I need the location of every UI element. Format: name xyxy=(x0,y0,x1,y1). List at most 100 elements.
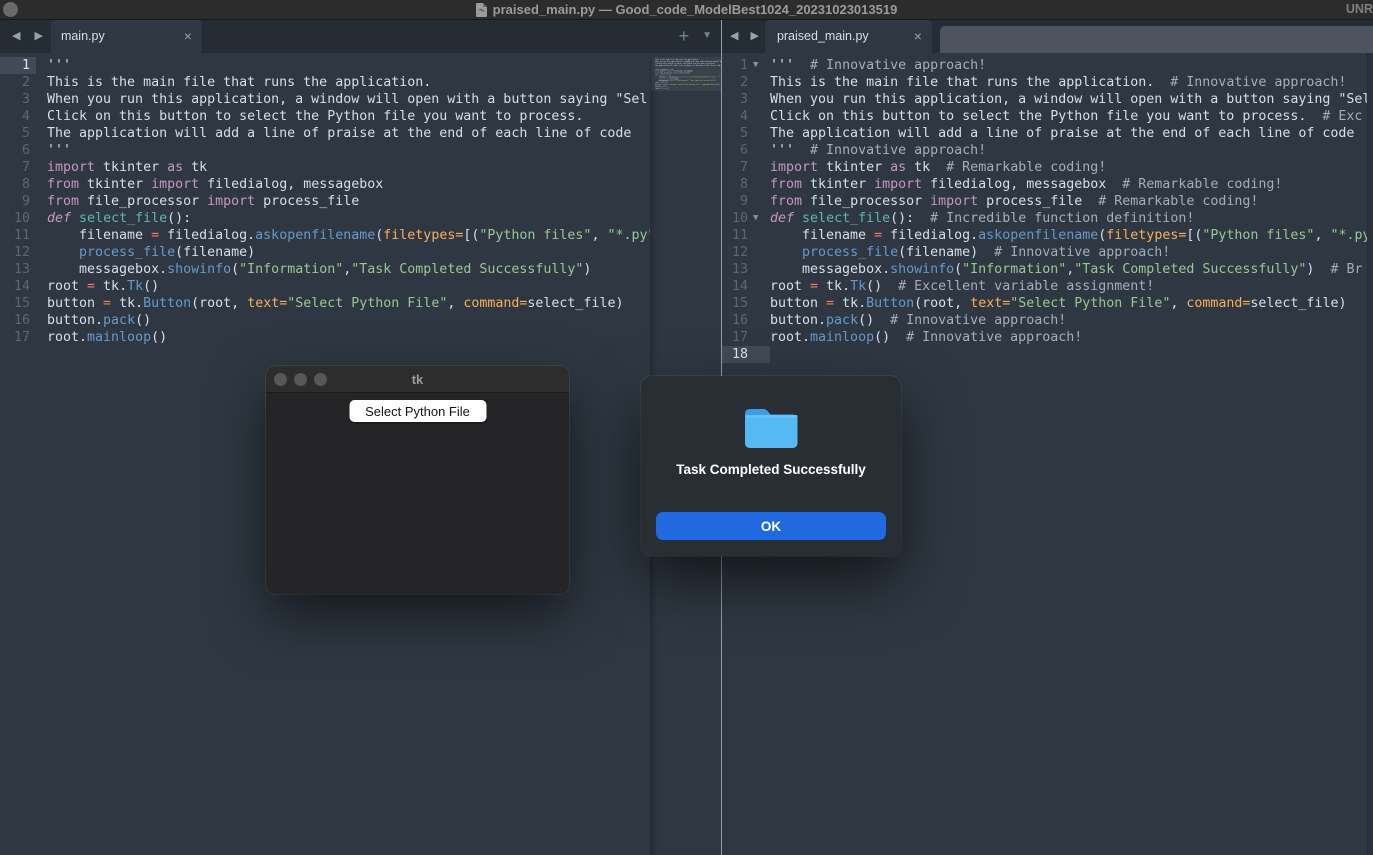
code-line[interactable]: When you run this application, a window … xyxy=(770,91,1373,108)
gutter-row[interactable]: 13 xyxy=(0,261,36,278)
gutter-row[interactable]: 18 xyxy=(722,346,770,363)
code-line[interactable]: Click on this button to select the Pytho… xyxy=(47,108,650,125)
fold-arrow-icon[interactable]: ▼ xyxy=(748,210,770,227)
gutter-row[interactable]: 7 xyxy=(722,159,770,176)
code-line[interactable]: filename = filedialog.askopenfilename(fi… xyxy=(770,227,1373,244)
code-line[interactable]: import tkinter as tk # Remarkable coding… xyxy=(770,159,1373,176)
document-icon xyxy=(476,3,487,17)
gutter-row[interactable]: 14 xyxy=(0,278,36,295)
gutter-row[interactable]: 8 xyxy=(722,176,770,193)
code-line[interactable]: The application will add a line of prais… xyxy=(47,125,650,142)
code-line[interactable]: from file_processor import process_file xyxy=(47,193,650,210)
nav-back-icon[interactable]: ◀ xyxy=(12,31,20,42)
window-title-area: praised_main.py — Good_code_ModelBest102… xyxy=(0,0,1373,19)
new-tab-button[interactable]: + xyxy=(679,27,690,45)
code-line[interactable]: process_file(filename) # Innovative appr… xyxy=(770,244,1373,261)
gutter-row[interactable]: 9 xyxy=(722,193,770,210)
code-line[interactable]: process_file(filename) xyxy=(47,244,650,261)
fold-spacer xyxy=(748,227,770,244)
code-line[interactable] xyxy=(770,346,1373,363)
tab-list-dropdown-icon[interactable]: ▼ xyxy=(702,31,712,41)
code-line[interactable]: The application will add a line of prais… xyxy=(770,125,1373,142)
code-line[interactable]: ''' xyxy=(47,142,650,159)
gutter-row[interactable]: 10▼ xyxy=(722,210,770,227)
gutter-row[interactable]: 16 xyxy=(722,312,770,329)
code-line[interactable]: button = tk.Button(root, text="Select Py… xyxy=(770,295,1373,312)
line-number: 6 xyxy=(0,142,36,159)
code-line[interactable]: ''' xyxy=(47,57,650,74)
gutter-row[interactable]: 17 xyxy=(722,329,770,346)
code-line[interactable]: button.pack() # Innovative approach! xyxy=(770,312,1373,329)
gutter-row[interactable]: 12 xyxy=(722,244,770,261)
gutter-row[interactable]: 16 xyxy=(0,312,36,329)
ok-button[interactable]: OK xyxy=(656,512,886,540)
tab-main-py[interactable]: main.py × xyxy=(51,19,202,53)
gutter-row[interactable]: 14 xyxy=(722,278,770,295)
code-line[interactable]: ''' # Innovative approach! xyxy=(770,57,1373,74)
gutter-row[interactable]: 3 xyxy=(0,91,36,108)
code-line[interactable]: The application will add a line of prais… xyxy=(655,65,721,67)
gutter-row[interactable]: 2 xyxy=(0,74,36,91)
tk-titlebar[interactable]: tk xyxy=(266,366,569,393)
code-line[interactable]: import tkinter as tk xyxy=(47,159,650,176)
fold-arrow-icon[interactable]: ▼ xyxy=(748,57,770,74)
gutter-row[interactable]: 4 xyxy=(722,108,770,125)
code-line[interactable]: ''' # Innovative approach! xyxy=(770,142,1373,159)
gutter-row[interactable]: 6 xyxy=(722,142,770,159)
line-number: 16 xyxy=(722,312,748,329)
tk-window-title: tk xyxy=(266,372,569,387)
nav-forward-icon[interactable]: ▶ xyxy=(34,31,42,42)
tab-close-icon[interactable]: × xyxy=(914,29,922,43)
code-line[interactable]: When you run this application, a window … xyxy=(47,91,650,108)
code-line[interactable]: Click on this button to select the Pytho… xyxy=(770,108,1373,125)
code-line[interactable]: This is the main file that runs the appl… xyxy=(770,74,1373,91)
line-number: 11 xyxy=(0,227,36,244)
gutter-row[interactable]: 12 xyxy=(0,244,36,261)
gutter-row[interactable]: 5 xyxy=(722,125,770,142)
gutter-row[interactable]: 3 xyxy=(722,91,770,108)
code-line[interactable]: button = tk.Button(root, text="Select Py… xyxy=(47,295,650,312)
code-line[interactable]: This is the main file that runs the appl… xyxy=(47,74,650,91)
gutter-row[interactable]: 17 xyxy=(0,329,36,346)
code-line[interactable]: from tkinter import filedialog, messageb… xyxy=(770,176,1373,193)
tab-close-icon[interactable]: × xyxy=(184,29,192,43)
gutter-row[interactable]: 2 xyxy=(722,74,770,91)
code-line[interactable]: root.mainloop() xyxy=(47,329,650,346)
select-python-file-button[interactable]: Select Python File xyxy=(349,400,486,422)
code-line[interactable]: messagebox.showinfo("Information","Task … xyxy=(47,261,650,278)
code-line[interactable]: root = tk.Tk() # Excellent variable assi… xyxy=(770,278,1373,295)
gutter-row[interactable]: 13 xyxy=(722,261,770,278)
code-line[interactable]: def select_file(): xyxy=(47,210,650,227)
code-line[interactable]: filename = filedialog.askopenfilename(fi… xyxy=(47,227,650,244)
gutter-row[interactable]: 7 xyxy=(0,159,36,176)
gutter-row[interactable]: 5 xyxy=(0,125,36,142)
gutter-row[interactable]: 15 xyxy=(0,295,36,312)
line-number: 8 xyxy=(722,176,748,193)
gutter-row[interactable]: 15 xyxy=(722,295,770,312)
gutter-row[interactable]: 1▼ xyxy=(722,57,770,74)
code-line[interactable]: def select_file(): # Incredible function… xyxy=(770,210,1373,227)
line-number-gutter: 1234567891011121314151617 xyxy=(0,57,36,855)
code-line[interactable]: button.pack() xyxy=(47,312,650,329)
code-line[interactable]: messagebox.showinfo("Information","Task … xyxy=(770,261,1373,278)
code-line[interactable]: from tkinter import filedialog, messageb… xyxy=(47,176,650,193)
gutter-row[interactable]: 11 xyxy=(722,227,770,244)
code-line[interactable]: root.mainloop() xyxy=(655,87,721,89)
line-number: 13 xyxy=(0,261,36,278)
line-number: 12 xyxy=(0,244,36,261)
nav-back-icon[interactable]: ◀ xyxy=(730,31,738,42)
gutter-row[interactable]: 6 xyxy=(0,142,36,159)
nav-forward-icon[interactable]: ▶ xyxy=(750,31,758,42)
gutter-row[interactable]: 10 xyxy=(0,210,36,227)
code-line[interactable]: from file_processor import process_file … xyxy=(770,193,1373,210)
gutter-row[interactable]: 4 xyxy=(0,108,36,125)
gutter-row[interactable]: 11 xyxy=(0,227,36,244)
code-line[interactable]: root = tk.Tk() xyxy=(47,278,650,295)
code-text[interactable]: '''This is the main file that runs the a… xyxy=(655,57,721,89)
gutter-row[interactable]: 8 xyxy=(0,176,36,193)
line-number: 14 xyxy=(0,278,36,295)
gutter-row[interactable]: 1 xyxy=(0,57,36,74)
code-line[interactable]: root.mainloop() # Innovative approach! xyxy=(770,329,1373,346)
tab-praised-main-py[interactable]: praised_main.py × xyxy=(765,19,932,53)
gutter-row[interactable]: 9 xyxy=(0,193,36,210)
